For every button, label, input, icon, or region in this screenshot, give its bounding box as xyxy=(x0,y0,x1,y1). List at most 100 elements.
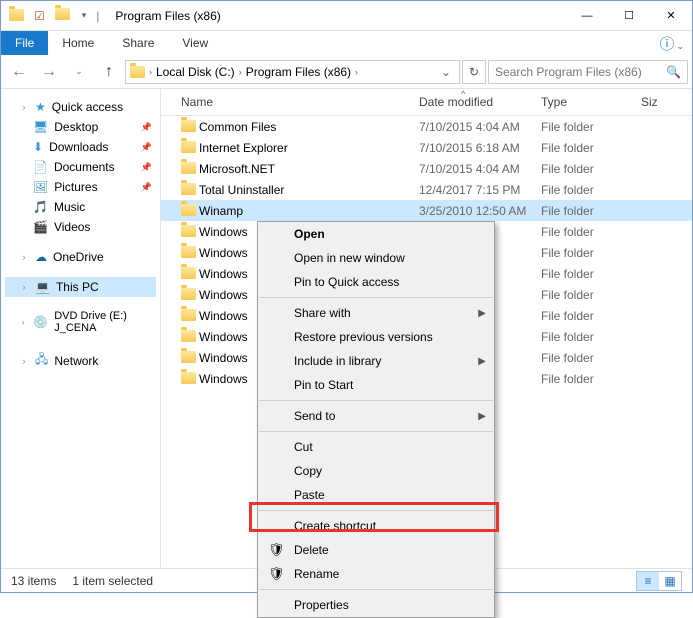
ctx-open[interactable]: Open xyxy=(258,222,494,246)
window-title: Program Files (x86) xyxy=(115,9,220,23)
help-icon[interactable]: ⓘ⌄ xyxy=(659,33,684,54)
sidebar-item-music[interactable]: 🎵Music xyxy=(5,197,156,217)
file-row[interactable]: Common Files7/10/2015 4:04 AMFile folder xyxy=(161,116,692,137)
tab-view[interactable]: View xyxy=(168,32,222,54)
folder-icon xyxy=(181,182,199,198)
folder-icon xyxy=(181,308,199,324)
minimize-button[interactable]: — xyxy=(566,1,608,31)
file-type: File folder xyxy=(541,141,641,155)
sidebar-item-desktop[interactable]: 🖥Desktop📌 xyxy=(5,117,156,137)
address-bar: ← → ⌄ ↑ › Local Disk (C:) › Program File… xyxy=(1,55,692,89)
folder-icon xyxy=(181,371,199,387)
file-type: File folder xyxy=(541,330,641,344)
ctx-properties[interactable]: Properties xyxy=(258,593,494,617)
folder-icon xyxy=(181,266,199,282)
sidebar-item-this-pc[interactable]: ›💻This PC xyxy=(5,277,156,297)
sidebar-item-onedrive[interactable]: ›☁OneDrive xyxy=(5,247,156,267)
file-type: File folder xyxy=(541,288,641,302)
details-view-icon[interactable]: ≡ xyxy=(637,572,659,590)
ctx-cut[interactable]: Cut xyxy=(258,435,494,459)
file-name: Common Files xyxy=(199,120,419,134)
column-headers[interactable]: ^ Name Date modified Type Siz xyxy=(161,89,692,116)
refresh-button[interactable]: ↻ xyxy=(462,60,486,84)
sidebar-item-documents[interactable]: 📄Documents📌 xyxy=(5,157,156,177)
shield-icon: 🛡 xyxy=(268,566,285,582)
folder-icon xyxy=(181,203,199,219)
ctx-copy[interactable]: Copy xyxy=(258,459,494,483)
folder-icon xyxy=(181,161,199,177)
col-type[interactable]: Type xyxy=(541,95,641,109)
ctx-pin-start[interactable]: Pin to Start xyxy=(258,373,494,397)
breadcrumb-root[interactable]: Local Disk (C:) xyxy=(156,65,235,79)
col-name[interactable]: Name xyxy=(181,95,419,109)
status-selected-count: 1 item selected xyxy=(72,574,153,588)
file-name: Microsoft.NET xyxy=(199,162,419,176)
back-button[interactable]: ← xyxy=(5,59,33,85)
breadcrumb-dropdown[interactable]: ⌄ xyxy=(437,65,455,79)
file-date: 3/25/2010 12:50 AM xyxy=(419,204,541,218)
qat-customize[interactable] xyxy=(55,8,70,23)
tab-share[interactable]: Share xyxy=(108,32,168,54)
col-date[interactable]: Date modified xyxy=(419,95,541,109)
ctx-paste[interactable]: Paste xyxy=(258,483,494,507)
file-row[interactable]: Total Uninstaller12/4/2017 7:15 PMFile f… xyxy=(161,179,692,200)
sidebar-item-downloads[interactable]: ⬇Downloads📌 xyxy=(5,137,156,157)
view-switcher[interactable]: ≡ ▦ xyxy=(636,571,682,591)
up-button[interactable]: ↑ xyxy=(95,59,123,85)
ctx-share-with[interactable]: Share with▶ xyxy=(258,301,494,325)
tab-home[interactable]: Home xyxy=(48,32,108,54)
ctx-restore-versions[interactable]: Restore previous versions xyxy=(258,325,494,349)
recent-dropdown[interactable]: ⌄ xyxy=(65,59,93,85)
file-date: 7/10/2015 6:18 AM xyxy=(419,141,541,155)
file-type: File folder xyxy=(541,267,641,281)
folder-icon xyxy=(181,119,199,135)
folder-icon xyxy=(181,287,199,303)
ctx-pin-quick-access[interactable]: Pin to Quick access xyxy=(258,270,494,294)
title-bar: ☑ ▾ | Program Files (x86) — ☐ ✕ xyxy=(1,1,692,31)
ctx-send-to[interactable]: Send to▶ xyxy=(258,404,494,428)
file-type: File folder xyxy=(541,162,641,176)
search-icon: 🔍 xyxy=(666,65,681,79)
file-type: File folder xyxy=(541,309,641,323)
col-size[interactable]: Siz xyxy=(641,95,684,109)
maximize-button[interactable]: ☐ xyxy=(608,1,650,31)
ctx-create-shortcut[interactable]: Create shortcut xyxy=(258,514,494,538)
folder-icon xyxy=(181,245,199,261)
qat-checkbox[interactable]: ☑ xyxy=(34,9,45,23)
sort-indicator-icon: ^ xyxy=(461,89,465,99)
breadcrumb-path[interactable]: Program Files (x86) xyxy=(246,65,351,79)
file-type: File folder xyxy=(541,351,641,365)
chevron-right-icon: ▶ xyxy=(478,308,486,319)
tab-file[interactable]: File xyxy=(1,31,48,55)
qat-dropdown[interactable]: ▾ xyxy=(82,10,87,21)
ribbon: File Home Share View ⓘ⌄ xyxy=(1,31,692,55)
sidebar-item-network[interactable]: ›🖧Network xyxy=(5,347,156,374)
breadcrumb[interactable]: › Local Disk (C:) › Program Files (x86) … xyxy=(125,60,460,84)
search-input[interactable]: Search Program Files (x86) 🔍 xyxy=(488,60,688,84)
ctx-delete[interactable]: 🛡Delete xyxy=(258,538,494,562)
folder-icon xyxy=(181,140,199,156)
file-type: File folder xyxy=(541,372,641,386)
file-row[interactable]: Internet Explorer7/10/2015 6:18 AMFile f… xyxy=(161,137,692,158)
sidebar-item-videos[interactable]: 🎬Videos xyxy=(5,217,156,237)
file-row[interactable]: Winamp3/25/2010 12:50 AMFile folder xyxy=(161,200,692,221)
file-date: 12/4/2017 7:15 PM xyxy=(419,183,541,197)
ctx-open-new-window[interactable]: Open in new window xyxy=(258,246,494,270)
sidebar-item-dvd[interactable]: ›💿DVD Drive (E:) J_CENA xyxy=(5,307,156,337)
folder-icon xyxy=(181,329,199,345)
ctx-include-library[interactable]: Include in library▶ xyxy=(258,349,494,373)
forward-button[interactable]: → xyxy=(35,59,63,85)
window-icon xyxy=(9,8,24,24)
close-button[interactable]: ✕ xyxy=(650,1,692,31)
file-type: File folder xyxy=(541,120,641,134)
ctx-rename[interactable]: 🛡Rename xyxy=(258,562,494,586)
ctx-separator xyxy=(259,297,493,298)
file-name: Total Uninstaller xyxy=(199,183,419,197)
pin-icon: 📌 xyxy=(141,122,152,133)
file-row[interactable]: Microsoft.NET7/10/2015 4:04 AMFile folde… xyxy=(161,158,692,179)
search-placeholder: Search Program Files (x86) xyxy=(495,65,642,79)
sidebar-item-pictures[interactable]: 🖼Pictures📌 xyxy=(5,177,156,197)
file-date: 7/10/2015 4:04 AM xyxy=(419,120,541,134)
sidebar-item-quick-access[interactable]: ›★Quick access xyxy=(5,97,156,117)
icons-view-icon[interactable]: ▦ xyxy=(659,572,681,590)
